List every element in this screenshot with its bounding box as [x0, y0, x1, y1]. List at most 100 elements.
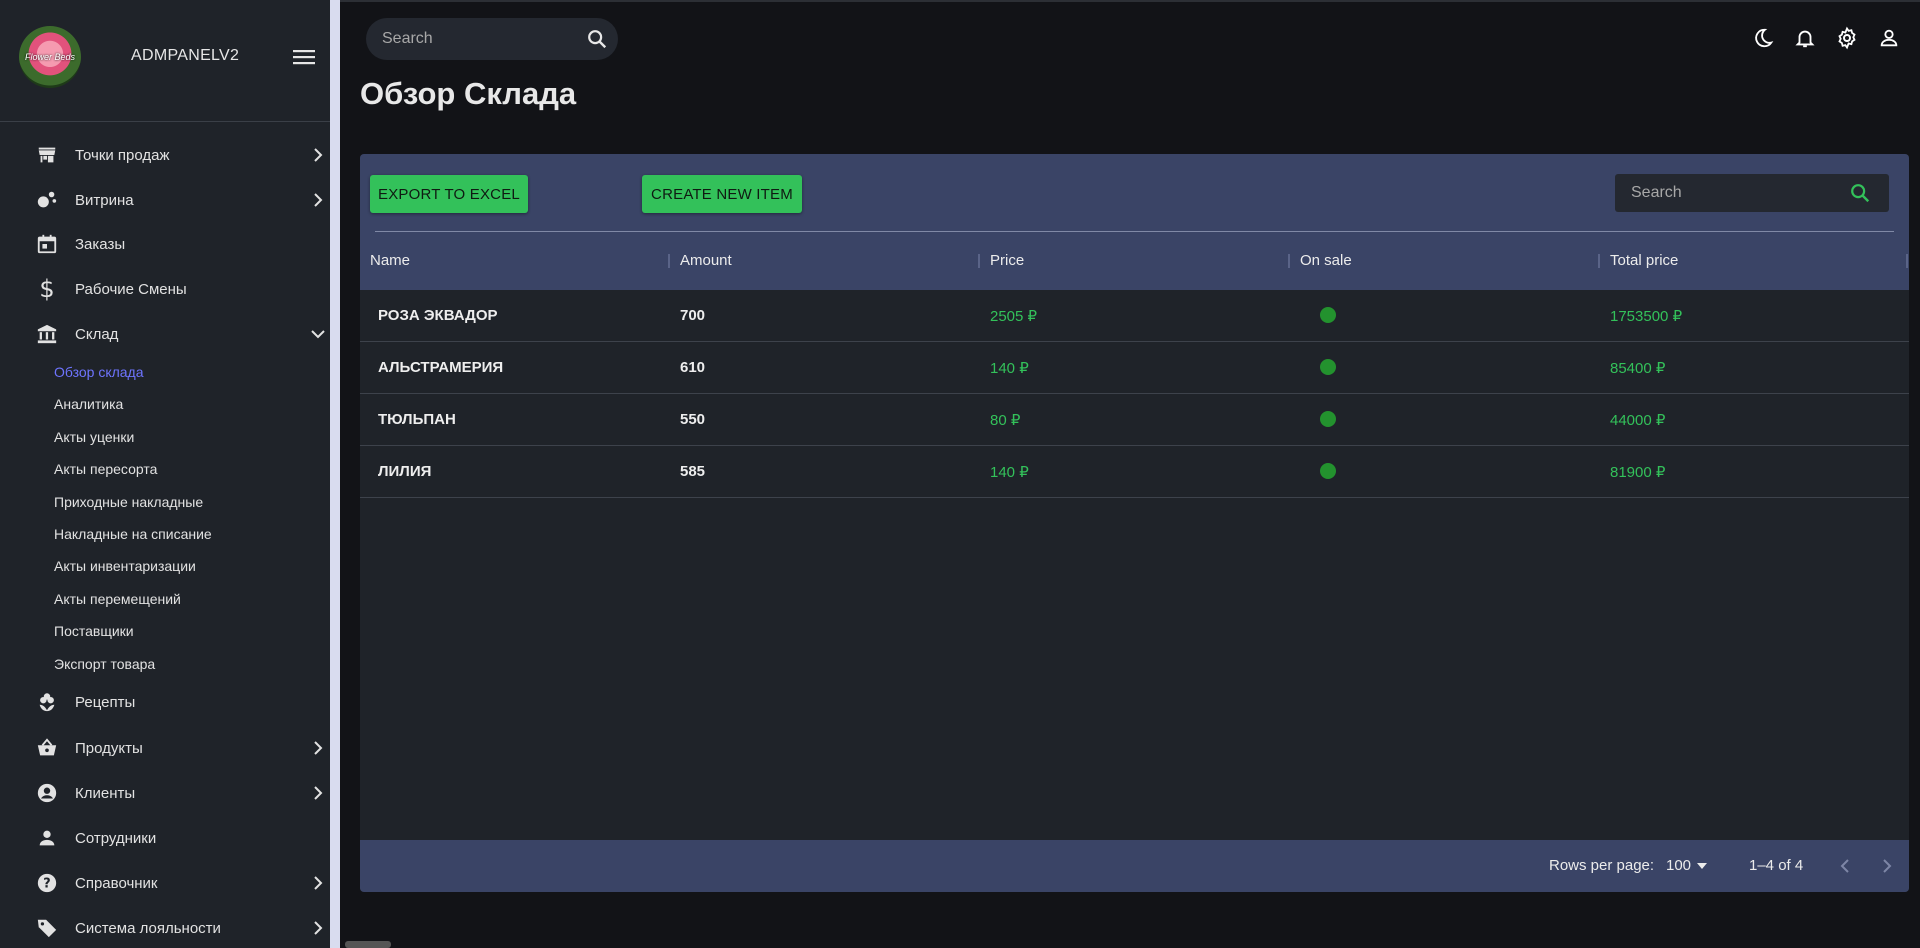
- cell-total-price: 85400 ₽: [1610, 360, 1666, 377]
- submenu-item-transfer-acts[interactable]: Акты перемещений: [54, 591, 181, 607]
- table-search-input[interactable]: Search: [1615, 174, 1889, 212]
- cell-amount: 585: [680, 463, 706, 480]
- sidebar-item-products[interactable]: Продукты: [0, 728, 330, 768]
- rows-per-page-label: Rows per page:: [1549, 857, 1655, 874]
- calendar-icon: [35, 232, 59, 256]
- hamburger-menu-icon[interactable]: [290, 45, 318, 69]
- chevron-right-icon: [309, 146, 327, 164]
- table-row[interactable]: ЛИЛИЯ 585 140 ₽ 81900 ₽: [360, 446, 1909, 498]
- column-header-price[interactable]: Price: [990, 252, 1024, 269]
- sidebar-item-orders[interactable]: Заказы: [0, 224, 330, 264]
- chevron-right-icon: [309, 784, 327, 802]
- account-circle-icon: [35, 781, 59, 805]
- column-separator[interactable]: [668, 254, 670, 268]
- sidebar: Flower Beds ADMPANELV2 Точки продаж Витр…: [0, 0, 340, 948]
- search-icon[interactable]: [1849, 182, 1871, 204]
- sidebar-item-label: Сотрудники: [75, 829, 157, 847]
- rows-per-page-value: 100: [1666, 857, 1692, 874]
- store-icon: [35, 143, 59, 167]
- cell-amount: 700: [680, 307, 706, 324]
- column-separator[interactable]: [1288, 254, 1290, 268]
- caret-down-icon: [1697, 862, 1708, 869]
- on-sale-indicator: [1320, 463, 1336, 479]
- chevron-right-icon: [309, 874, 327, 892]
- next-page-button[interactable]: [1875, 854, 1899, 878]
- top-border: [340, 0, 1920, 2]
- bank-icon: [35, 322, 59, 346]
- on-sale-indicator: [1320, 307, 1336, 323]
- sidebar-item-label: Справочник: [75, 874, 158, 892]
- sidebar-item-label: Система лояльности: [75, 919, 221, 937]
- cell-price: 140 ₽: [990, 464, 1029, 481]
- previous-page-button[interactable]: [1833, 854, 1857, 878]
- sidebar-item-showcase[interactable]: Витрина: [0, 180, 330, 220]
- sidebar-item-shifts[interactable]: $ Рабочие Смены: [0, 269, 330, 309]
- cell-name: ЛИЛИЯ: [378, 463, 432, 480]
- gear-icon[interactable]: [1834, 25, 1860, 51]
- column-header-on-sale[interactable]: On sale: [1300, 252, 1352, 269]
- column-header-amount[interactable]: Amount: [680, 252, 732, 269]
- sidebar-item-label: Точки продаж: [75, 146, 170, 164]
- column-header-total-price[interactable]: Total price: [1610, 252, 1678, 269]
- user-icon[interactable]: [1876, 25, 1902, 51]
- brand-name: ADMPANELV2: [131, 47, 240, 64]
- bell-icon[interactable]: [1792, 25, 1818, 51]
- logo[interactable]: Flower Beds: [19, 26, 81, 88]
- svg-text:?: ?: [43, 877, 50, 892]
- submenu-item-analytics[interactable]: Аналитика: [54, 396, 123, 412]
- submenu-item-warehouse-overview[interactable]: Обзор склада: [54, 364, 144, 380]
- sidebar-item-clients[interactable]: Клиенты: [0, 773, 330, 813]
- sidebar-item-employees[interactable]: Сотрудники: [0, 818, 330, 858]
- submenu-item-markdown-acts[interactable]: Акты уценки: [54, 429, 134, 445]
- logo-text: Flower Beds: [24, 52, 76, 62]
- column-header-name[interactable]: Name: [370, 252, 410, 269]
- sidebar-item-warehouse[interactable]: Склад: [0, 314, 330, 354]
- table-row[interactable]: ТЮЛЬПАН 550 80 ₽ 44000 ₽: [360, 394, 1909, 446]
- submenu-item-writeoff-invoices[interactable]: Накладные на списание: [54, 526, 212, 542]
- table-row[interactable]: АЛЬСТРАМЕРИЯ 610 140 ₽ 85400 ₽: [360, 342, 1909, 394]
- submenu-item-suppliers[interactable]: Поставщики: [54, 623, 134, 639]
- moon-icon[interactable]: [1750, 25, 1776, 51]
- global-search[interactable]: Search: [366, 18, 618, 60]
- submenu-item-inventory-acts[interactable]: Акты инвентаризации: [54, 558, 196, 574]
- cell-total-price: 1753500 ₽: [1610, 308, 1683, 325]
- export-to-excel-button[interactable]: EXPORT TO EXCEL: [370, 175, 528, 213]
- search-icon[interactable]: [586, 28, 608, 50]
- tag-icon: [35, 916, 59, 940]
- table-row[interactable]: РОЗА ЭКВАДОР 700 2505 ₽ 1753500 ₽: [360, 290, 1909, 342]
- pagination-range: 1–4 of 4: [1749, 857, 1804, 874]
- horizontal-scrollbar[interactable]: [345, 941, 391, 948]
- cell-price: 80 ₽: [990, 412, 1021, 429]
- sidebar-item-label: Продукты: [75, 739, 143, 757]
- sidebar-item-label: Рецепты: [75, 693, 136, 711]
- topbar-actions: [1750, 25, 1902, 51]
- basket-icon: [35, 736, 59, 760]
- help-icon: ?: [35, 871, 59, 895]
- sidebar-item-label: Витрина: [75, 191, 134, 209]
- create-new-item-button[interactable]: CREATE NEW ITEM: [642, 175, 802, 213]
- submenu-item-receipt-invoices[interactable]: Приходные накладные: [54, 494, 203, 510]
- submenu-item-goods-export[interactable]: Экспорт товара: [54, 656, 155, 672]
- cell-amount: 610: [680, 359, 706, 376]
- column-separator[interactable]: [1598, 254, 1600, 268]
- global-search-placeholder: Search: [382, 30, 433, 47]
- cell-name: РОЗА ЭКВАДОР: [378, 307, 498, 324]
- column-separator[interactable]: [1906, 254, 1908, 268]
- table-search-placeholder: Search: [1631, 184, 1682, 201]
- sidebar-item-loyalty[interactable]: Система лояльности: [0, 908, 330, 948]
- rows-per-page-select[interactable]: 100: [1666, 857, 1708, 874]
- sidebar-header: Flower Beds ADMPANELV2: [0, 0, 330, 122]
- toolbar-divider: [375, 231, 1894, 232]
- cell-name: ТЮЛЬПАН: [378, 411, 456, 428]
- column-separator[interactable]: [978, 254, 980, 268]
- chevron-down-icon: [309, 325, 327, 343]
- table-toolbar: EXPORT TO EXCEL CREATE NEW ITEM Search N…: [360, 154, 1909, 290]
- chevron-right-icon: [309, 919, 327, 937]
- sidebar-item-reference[interactable]: ? Справочник: [0, 863, 330, 903]
- sidebar-item-sales-points[interactable]: Точки продаж: [0, 135, 330, 175]
- sidebar-item-recipes[interactable]: Рецепты: [0, 682, 330, 722]
- cell-amount: 550: [680, 411, 706, 428]
- submenu-item-regrading-acts[interactable]: Акты пересорта: [54, 461, 157, 477]
- cell-price: 2505 ₽: [990, 308, 1038, 325]
- flower-icon: [35, 690, 59, 714]
